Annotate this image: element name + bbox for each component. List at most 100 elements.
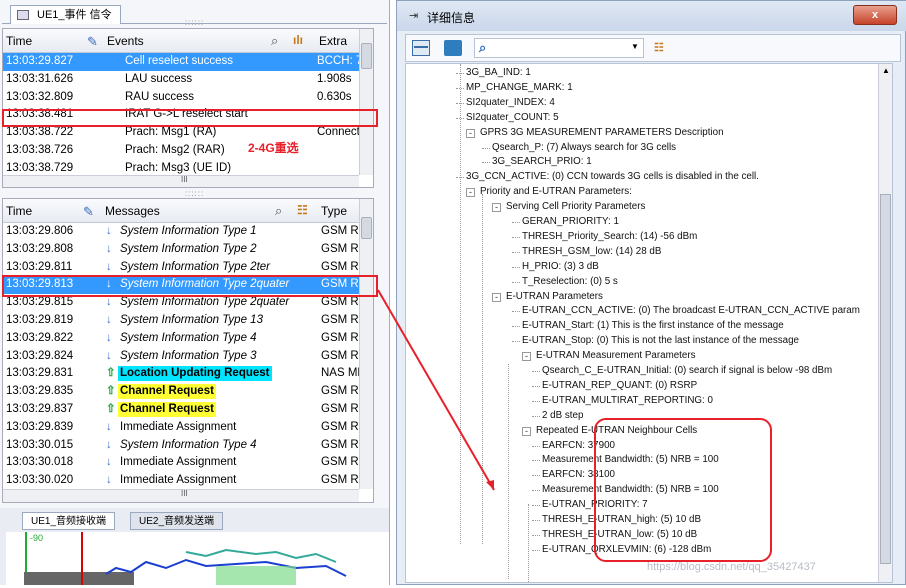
- scroll-up-icon[interactable]: ▲: [882, 66, 890, 75]
- message-row[interactable]: 13:03:30.015 ↓ System Information Type 4…: [3, 437, 373, 455]
- chevron-down-icon[interactable]: ▼: [631, 42, 639, 51]
- tree-connector: [532, 460, 540, 462]
- scroll-thumb[interactable]: [361, 43, 372, 69]
- message-row[interactable]: 13:03:29.824 ↓ System Information Type 3…: [3, 348, 373, 366]
- arrow-up-icon: ⇧: [106, 402, 116, 415]
- pin-icon[interactable]: ✎: [83, 204, 94, 220]
- event-row[interactable]: 13:03:38.726 Prach: Msg2 (RAR): [3, 142, 373, 160]
- tree-node[interactable]: E-UTRAN_MULTIRAT_REPORTING: 0: [542, 395, 713, 407]
- pin-icon[interactable]: ✎: [87, 34, 98, 50]
- tree-node[interactable]: E-UTRAN_Start: (1) This is the first ins…: [522, 320, 784, 332]
- tree-node[interactable]: E-UTRAN Measurement Parameters: [536, 350, 696, 362]
- event-row[interactable]: 13:03:32.809 RAU success 0.630s: [3, 89, 373, 107]
- tree-node[interactable]: H_PRIO: (3) 3 dB: [522, 261, 599, 273]
- tree-node[interactable]: E-UTRAN_CCN_ACTIVE: (0) The broadcast E-…: [522, 305, 860, 317]
- tree-node[interactable]: SI2quater_COUNT: 5: [466, 112, 559, 124]
- message-time: 13:03:30.018: [6, 456, 74, 469]
- tree-node[interactable]: 3G_CCN_ACTIVE: (0) CCN towards 3G cells …: [466, 171, 759, 183]
- events-grid-header: Time ✎ Events ⌕ ılı Extra: [3, 29, 373, 53]
- tab-ue1-audio[interactable]: UE1_音频接收端: [22, 512, 116, 530]
- message-row[interactable]: 13:03:29.808 ↓ System Information Type 2…: [3, 241, 373, 259]
- search-icon[interactable]: ⌕: [275, 203, 282, 219]
- col-messages-header[interactable]: Messages: [105, 204, 160, 218]
- message-row[interactable]: 13:03:29.831 ⇧ Location Updating Request…: [3, 365, 373, 383]
- message-name: Channel Request: [118, 401, 216, 417]
- tree-node[interactable]: Qsearch_P: (7) Always search for 3G cell…: [492, 142, 676, 154]
- col-type-header[interactable]: Type: [321, 204, 347, 218]
- tree-node[interactable]: E-UTRAN_REP_QUANT: (0) RSRP: [542, 380, 697, 392]
- search-input[interactable]: ⌕ ▼: [474, 38, 644, 58]
- splitter-dots[interactable]: ::::::: [2, 18, 387, 27]
- event-row[interactable]: 13:03:29.827 Cell reselect success BCCH:…: [3, 53, 373, 71]
- tree-node[interactable]: THRESH_GSM_low: (14) 28 dB: [522, 246, 661, 258]
- message-row[interactable]: 13:03:29.819 ↓ System Information Type 1…: [3, 312, 373, 330]
- tree-node[interactable]: 3G_SEARCH_PRIO: 1: [492, 156, 592, 168]
- tree-connector: [532, 549, 540, 551]
- collapse-toggle-icon[interactable]: -: [522, 352, 531, 362]
- splitter-dots-2[interactable]: ::::::: [0, 189, 389, 198]
- close-button[interactable]: x: [853, 5, 897, 25]
- arrow-down-icon: ↓: [106, 349, 112, 362]
- tree-connector: [512, 266, 520, 268]
- message-row[interactable]: 13:03:29.806 ↓ System Information Type 1…: [3, 223, 373, 241]
- message-row[interactable]: 13:03:29.835 ⇧ Channel Request GSM RR: [3, 383, 373, 401]
- tree-node[interactable]: MP_CHANGE_MARK: 1: [466, 82, 573, 94]
- tab-ue2-audio[interactable]: UE2_音频发送端: [130, 512, 224, 530]
- scroll-thumb[interactable]: [361, 217, 372, 239]
- collapse-toggle-icon[interactable]: -: [466, 188, 475, 198]
- layout-icon[interactable]: [412, 40, 430, 56]
- message-row[interactable]: 13:03:29.811 ↓ System Information Type 2…: [3, 259, 373, 277]
- columns-icon[interactable]: ☷: [654, 41, 664, 54]
- messages-vscroll[interactable]: [359, 199, 373, 489]
- collapse-toggle-icon[interactable]: -: [492, 203, 501, 213]
- columns-icon[interactable]: ☷: [297, 203, 308, 217]
- annotation-label: 2-4G重选: [248, 141, 299, 155]
- col-events-header[interactable]: Events: [107, 34, 144, 48]
- tree-node[interactable]: GPRS 3G MEASUREMENT PARAMETERS Descripti…: [480, 127, 724, 139]
- detail-titlebar[interactable]: ⇥ 详细信息 x: [397, 1, 906, 31]
- arrow-up-icon: ⇧: [106, 367, 116, 380]
- collapse-toggle-icon[interactable]: -: [466, 128, 475, 138]
- col-time-header[interactable]: Time: [6, 34, 32, 48]
- detail-title: 详细信息: [427, 11, 476, 25]
- tree-node[interactable]: Priority and E-UTRAN Parameters:: [480, 186, 632, 198]
- events-vscroll[interactable]: [359, 29, 373, 175]
- tree-node[interactable]: THRESH_Priority_Search: (14) -56 dBm: [522, 231, 697, 243]
- col-extra-header[interactable]: Extra: [319, 34, 347, 48]
- message-row[interactable]: 13:03:29.822 ↓ System Information Type 4…: [3, 330, 373, 348]
- message-row[interactable]: 13:03:30.020 ↓ Immediate Assignment GSM …: [3, 472, 373, 490]
- collapse-toggle-icon[interactable]: -: [522, 426, 531, 436]
- tree-node[interactable]: T_Reselection: (0) 5 s: [522, 276, 618, 288]
- tree-node[interactable]: 3G_BA_IND: 1: [466, 67, 531, 79]
- collapse-toggle-icon[interactable]: -: [492, 292, 501, 302]
- tree-node[interactable]: E-UTRAN Parameters: [506, 291, 603, 303]
- col-time-header[interactable]: Time: [6, 204, 32, 218]
- messages-hscroll[interactable]: III: [3, 489, 359, 502]
- pin-icon[interactable]: ⇥: [409, 9, 418, 22]
- events-hscroll[interactable]: III: [3, 175, 359, 187]
- search-icon[interactable]: ⌕: [271, 33, 278, 49]
- hscroll-grip: III: [181, 175, 188, 184]
- event-extra: 1.908s: [317, 72, 352, 85]
- tree-node[interactable]: Serving Cell Priority Parameters: [506, 201, 645, 213]
- event-row[interactable]: 13:03:31.626 LAU success 1.908s: [3, 71, 373, 89]
- tree-connector: [482, 147, 490, 149]
- message-name: System Information Type 4: [120, 331, 257, 344]
- tree-vscroll[interactable]: ▲: [878, 64, 892, 582]
- tree-node[interactable]: E-UTRAN_Stop: (0) This is not the last i…: [522, 335, 799, 347]
- tree-connector: [532, 400, 540, 402]
- message-row[interactable]: 13:03:29.839 ↓ Immediate Assignment GSM …: [3, 419, 373, 437]
- message-time: 13:03:29.835: [6, 385, 74, 398]
- tree-node[interactable]: 2 dB step: [542, 410, 583, 422]
- arrow-down-icon: ↓: [106, 456, 112, 469]
- message-name: Channel Request: [118, 384, 216, 400]
- scroll-thumb[interactable]: [880, 194, 891, 564]
- message-name: Immediate Assignment: [120, 474, 237, 487]
- tree-node[interactable]: SI2quater_INDEX: 4: [466, 97, 555, 109]
- columns-icon[interactable]: ılı: [293, 33, 303, 47]
- message-row[interactable]: 13:03:29.837 ⇧ Channel Request GSM RR: [3, 401, 373, 419]
- tree-node[interactable]: GERAN_PRIORITY: 1: [522, 216, 619, 228]
- tree-node[interactable]: Qsearch_C_E-UTRAN_Initial: (0) search if…: [542, 365, 832, 377]
- folder-icon[interactable]: [444, 40, 462, 56]
- message-row[interactable]: 13:03:30.018 ↓ Immediate Assignment GSM …: [3, 454, 373, 472]
